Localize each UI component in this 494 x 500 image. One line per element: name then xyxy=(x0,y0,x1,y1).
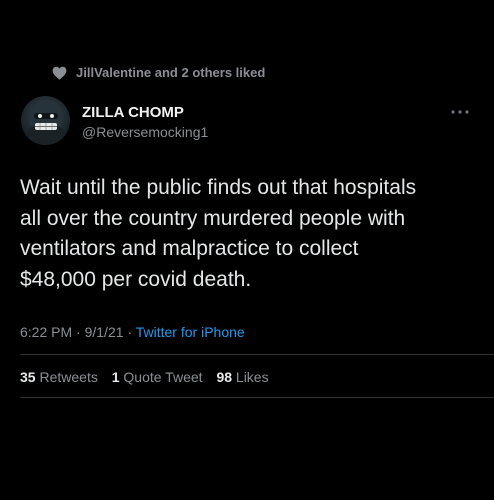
tweet-meta: 6:22 PM · 9/1/21 · Twitter for iPhone xyxy=(20,324,245,340)
divider xyxy=(20,354,494,355)
social-context-text: JillValentine and 2 others liked xyxy=(76,65,266,80)
display-name[interactable]: ZILLA CHOMP xyxy=(82,104,208,122)
more-options-icon[interactable] xyxy=(448,106,472,118)
tweet-source-link[interactable]: Twitter for iPhone xyxy=(136,324,245,340)
user-handle[interactable]: @Reversemocking1 xyxy=(82,122,208,142)
likes-stat[interactable]: 98 Likes xyxy=(216,369,268,385)
quote-tweets-stat[interactable]: 1 Quote Tweet xyxy=(112,369,203,385)
quote-tweets-label: Quote Tweet xyxy=(123,369,203,385)
tweet-text-line: Wait until the public finds out that hos… xyxy=(20,176,417,199)
tweet-text: Wait until the public finds out that hos… xyxy=(20,173,480,295)
retweets-label: Retweets xyxy=(39,369,98,385)
meta-separator: · xyxy=(76,324,81,340)
quote-tweets-count: 1 xyxy=(111,369,120,385)
tweet-text-line: $48,000 per covid death. xyxy=(20,267,252,291)
tweet-time[interactable]: 6:22 PM xyxy=(20,324,72,340)
heart-icon xyxy=(52,66,67,80)
likes-label: Likes xyxy=(235,369,269,385)
tweet-date[interactable]: 9/1/21 xyxy=(85,324,124,340)
masked-face-avatar xyxy=(25,102,67,145)
avatar[interactable] xyxy=(21,96,70,145)
meta-separator: · xyxy=(127,324,133,340)
tweet-text-line: all over the country murdered people wit… xyxy=(20,206,406,230)
social-context[interactable]: JillValentine and 2 others liked xyxy=(52,65,265,80)
tweet-text-line: ventilators and malpractice to collect xyxy=(20,237,359,260)
likes-count: 98 xyxy=(216,369,233,385)
tweet-stats: 35 Retweets 1 Quote Tweet 98 Likes xyxy=(20,369,279,385)
retweets-stat[interactable]: 35 Retweets xyxy=(20,369,98,385)
retweets-count: 35 xyxy=(20,369,36,385)
divider xyxy=(20,397,494,398)
author-block[interactable]: ZILLA CHOMP @Reversemocking1 xyxy=(82,104,208,142)
